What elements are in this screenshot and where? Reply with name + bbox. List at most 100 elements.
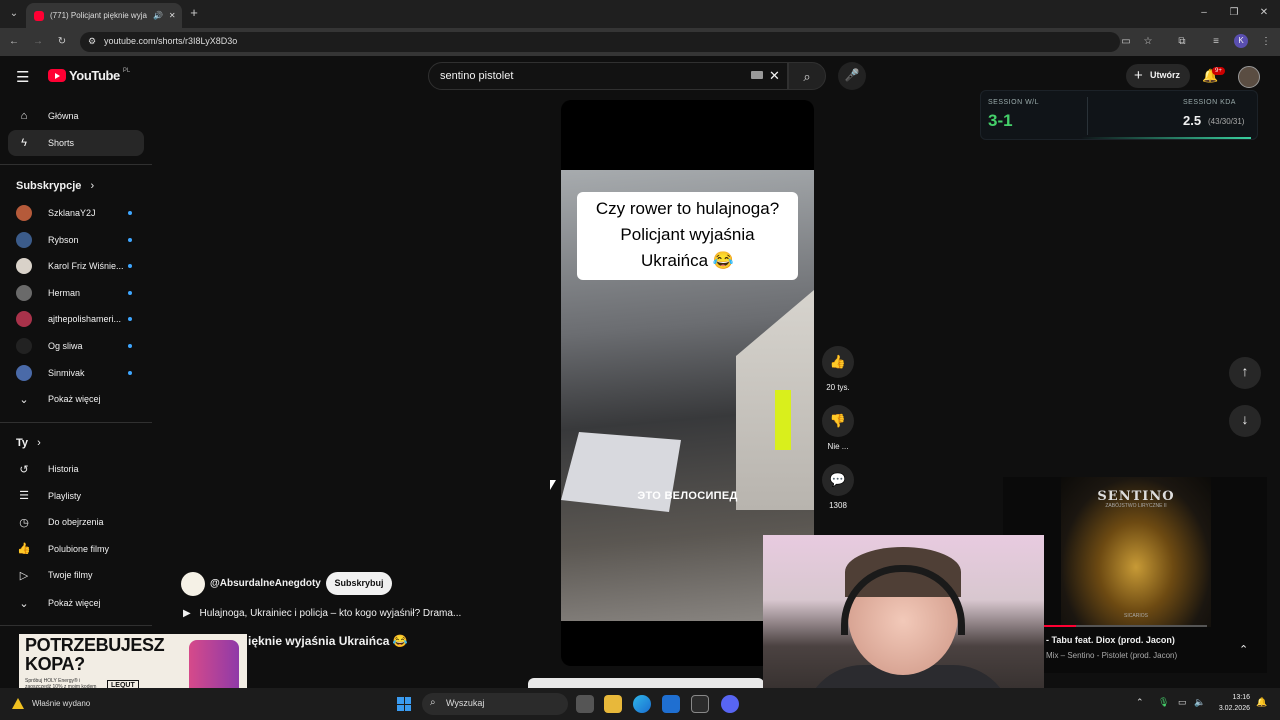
sidebar-item-playlist[interactable]: ☰ Playlisty — [8, 483, 144, 509]
album-cover: SENTINO ZABÓJSTWO LIRYCZNE II SICARIOS — [1061, 477, 1211, 627]
watch-later-icon: ◷ — [19, 516, 29, 529]
sidebar-item-history[interactable]: ↺ Historia — [8, 456, 144, 482]
warning-icon — [12, 698, 24, 709]
you-title: Ty — [16, 437, 29, 449]
sidebar-item-watch-later[interactable]: ◷ Do obejrzenia — [8, 509, 144, 535]
session-wl-value: 3-1 — [988, 111, 1013, 130]
shorts-icon: ϟ — [21, 137, 27, 149]
video-caption: Czy rower to hulajnoga? Policjant wyjaśn… — [577, 192, 798, 280]
playlist-link[interactable]: ▶ Hulajnoga, Ukrainiec i policja – kto k… — [183, 608, 461, 619]
sidebar-subscription-item[interactable]: ajthepolishameri... — [8, 306, 144, 332]
sidebar-item-shorts[interactable]: ϟ Shorts — [8, 130, 144, 156]
dislike-button[interactable]: 👎 — [822, 405, 854, 437]
youtube-logo[interactable]: YouTube PL — [48, 68, 130, 83]
keyboard-icon[interactable] — [751, 71, 763, 79]
forward-icon[interactable]: → — [30, 34, 46, 50]
mic-icon: 🎤 — [844, 68, 860, 82]
chevron-up-icon[interactable]: ⌃ — [1239, 643, 1248, 656]
sidebar-item-home[interactable]: ⌂ Główna — [8, 103, 144, 129]
hamburger-menu-icon[interactable]: ☰ — [16, 68, 29, 86]
network-icon[interactable]: ▭ — [1178, 697, 1187, 708]
discord-icon[interactable] — [721, 695, 739, 713]
sidebar-item-label: Polubione filmy — [48, 543, 110, 554]
restore-icon[interactable]: ❐ — [1226, 5, 1242, 21]
extensions-icon[interactable]: ⧉ — [1174, 34, 1190, 50]
search-input[interactable]: sentino pistolet ✕ — [428, 62, 788, 90]
song-progress-bar[interactable] — [1043, 625, 1207, 627]
clock-date: 3.02.2026 — [1218, 705, 1250, 712]
tab-close-icon[interactable]: ✕ — [169, 11, 176, 20]
tray-expand-icon[interactable]: ⌃ — [1136, 697, 1144, 708]
store-icon[interactable] — [691, 695, 709, 713]
chevron-right-icon: › — [90, 180, 95, 192]
task-view-icon[interactable] — [576, 695, 594, 713]
browser-tab[interactable]: (771) Policjant pięknie wyja 🔊 ✕ — [26, 3, 182, 28]
windows-start-icon[interactable] — [397, 697, 411, 711]
new-content-dot — [128, 264, 132, 269]
caption-line: Policjant wyjaśnia — [620, 225, 755, 244]
outlook-icon[interactable] — [662, 695, 680, 713]
sidebar-subscription-item[interactable]: Karol Friz Wiśnie... — [8, 253, 144, 279]
new-content-dot — [128, 344, 132, 348]
sidebar-item-label: Shorts — [48, 138, 75, 148]
new-content-dot — [128, 211, 132, 215]
notification-center-icon[interactable]: 🔔 — [1256, 697, 1267, 708]
create-button[interactable]: Utwórz — [1126, 64, 1190, 88]
close-window-icon[interactable]: ✕ — [1256, 5, 1272, 21]
media-control-icon[interactable]: ≡ — [1208, 34, 1224, 50]
file-explorer-icon[interactable] — [604, 695, 622, 713]
new-content-dot — [128, 370, 132, 375]
sidebar-subscription-item[interactable]: Og sliwa — [8, 333, 144, 359]
mic-tray-icon[interactable]: 🎙 — [1158, 697, 1169, 708]
browser-menu-icon[interactable]: ⋮ — [1258, 34, 1274, 50]
audio-icon[interactable]: 🔊 — [153, 11, 163, 20]
edge-browser-icon[interactable] — [633, 695, 651, 713]
sidebar-item-like[interactable]: 👍 Polubione filmy — [8, 536, 144, 562]
cast-icon[interactable]: ▭ — [1118, 34, 1134, 50]
channel-avatar — [16, 338, 32, 354]
search-icon: ⌕ — [803, 69, 811, 84]
sidebar-subscription-item[interactable]: SzklanaY2J — [8, 200, 144, 226]
reload-icon[interactable]: ↻ — [54, 34, 70, 50]
new-tab-icon[interactable]: + — [186, 5, 202, 21]
sidebar-item-your-videos[interactable]: ▷ Twoje filmy — [8, 562, 144, 588]
taskbar-search[interactable]: ⌕ Wyszukaj — [422, 693, 568, 715]
like-button[interactable]: 👍 — [822, 346, 854, 378]
taskbar-clock[interactable]: 13:16 3.02.2026 — [1214, 692, 1250, 714]
sidebar-subscription-item[interactable]: Herman — [8, 280, 144, 306]
channel-name[interactable]: @AbsurdalneAnegdoty — [210, 578, 321, 589]
sidebar-item-label: Do obejrzenia — [48, 517, 104, 528]
previous-short-button[interactable]: ↑ — [1229, 357, 1261, 389]
show-more-you[interactable]: ⌄ Pokaż więcej — [8, 590, 144, 616]
next-short-button[interactable]: ↓ — [1229, 405, 1261, 437]
caption-line: Czy rower to hulajnoga? — [595, 199, 780, 218]
session-kda-label: SESSION KDA — [1183, 99, 1236, 106]
volume-icon[interactable]: 🔈 — [1194, 697, 1205, 708]
subscriptions-heading[interactable]: Subskrypcje › — [16, 180, 94, 192]
bookmark-star-icon[interactable]: ☆ — [1140, 34, 1156, 50]
sidebar-subscription-item[interactable]: Sinmivak — [8, 360, 144, 386]
taskbar-notification[interactable]: Właśnie wydano — [12, 698, 90, 709]
show-more-subscriptions[interactable]: ⌄ Pokaż więcej — [8, 386, 144, 412]
arrow-up-icon: ↑ — [1241, 363, 1249, 379]
comment-count: 1308 — [829, 501, 847, 510]
search-button[interactable]: ⌕ — [788, 62, 826, 90]
clear-search-icon[interactable]: ✕ — [769, 68, 780, 84]
channel-avatar — [16, 364, 32, 381]
address-bar[interactable]: ⚙ youtube.com/shorts/r3I8LyX8D3o — [80, 32, 1120, 52]
sidebar-subscription-item[interactable]: Rybson — [8, 227, 144, 253]
channel-avatar — [16, 205, 32, 221]
account-avatar[interactable] — [1238, 66, 1260, 88]
profile-avatar[interactable]: K — [1234, 34, 1248, 48]
you-heading[interactable]: Ty › — [16, 437, 41, 449]
channel-avatar — [16, 284, 32, 301]
minimize-icon[interactable]: – — [1196, 5, 1212, 21]
comments-button[interactable]: 💬 — [822, 464, 854, 496]
tab-list-icon[interactable]: ⌄ — [6, 6, 22, 22]
channel-avatar[interactable] — [181, 572, 205, 596]
sidebar-item-label: Rybson — [48, 234, 79, 245]
site-info-icon[interactable]: ⚙ — [88, 36, 96, 47]
back-icon[interactable]: ← — [6, 34, 22, 50]
subscribe-button[interactable]: Subskrybuj — [326, 572, 392, 595]
voice-search-button[interactable]: 🎤 — [838, 62, 866, 90]
